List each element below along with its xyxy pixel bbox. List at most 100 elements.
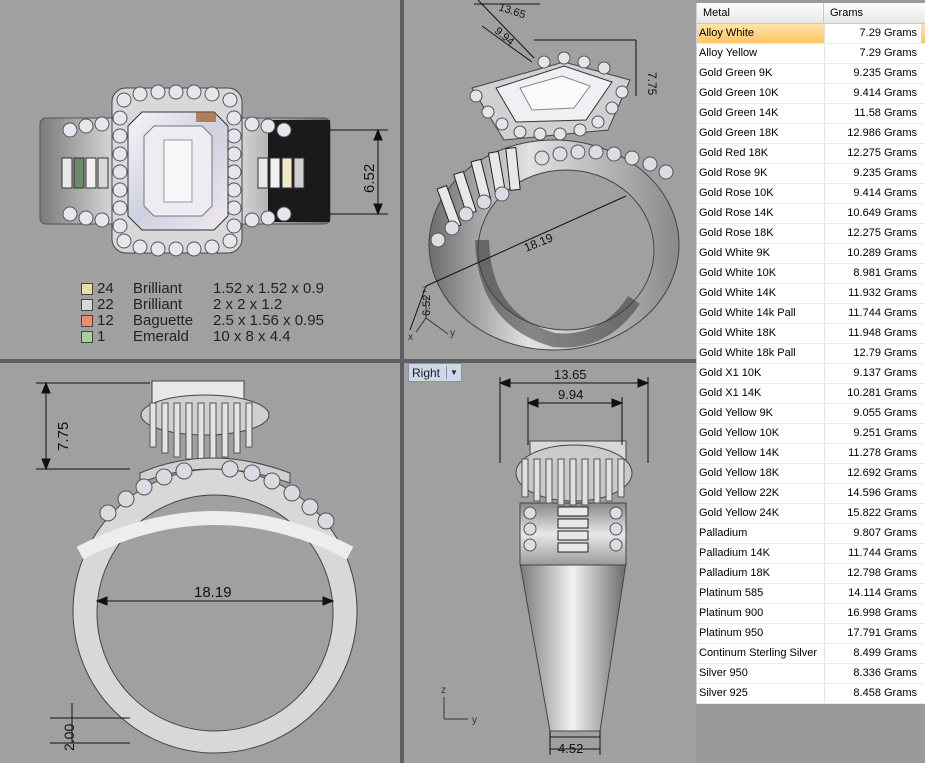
metal-cell: Gold Yellow 22K	[697, 484, 825, 503]
table-row[interactable]: Gold White 18k Pall 12.79 Grams	[697, 344, 925, 364]
legend-type: Emerald	[133, 328, 189, 345]
table-row[interactable]: Silver 925 8.458 Grams	[697, 684, 925, 704]
viewport-divider-horizontal[interactable]	[0, 359, 696, 363]
table-row[interactable]: Gold Rose 10K 9.414 Grams	[697, 184, 925, 204]
legend-swatch	[81, 331, 93, 343]
viewport-perspective[interactable]: 13.65 9.94 7.75 18.19 6.52 z y x	[404, 0, 696, 359]
grams-cell: 15.822 Grams	[847, 507, 917, 519]
metal-cell: Platinum 900	[697, 604, 825, 623]
grams-cell: 12.798 Grams	[847, 567, 917, 579]
grams-cell: 7.29 Grams	[825, 24, 921, 43]
metal-cell: Silver 950	[697, 664, 825, 683]
metal-cell: Gold White 18K	[697, 324, 825, 343]
dim-persp-height-label: 7.75	[645, 72, 659, 96]
table-row[interactable]: Gold White 18K 11.948 Grams	[697, 324, 925, 344]
metal-cell: Silver 925	[697, 684, 825, 703]
legend-swatch	[81, 283, 93, 295]
metal-cell: Gold Green 10K	[697, 84, 825, 103]
table-row[interactable]: Gold Red 18K 12.275 Grams	[697, 144, 925, 164]
dropdown-arrow-icon[interactable]: ▼	[450, 368, 458, 377]
grams-cell: 16.998 Grams	[847, 607, 917, 619]
metal-cell: Alloy Yellow	[697, 44, 825, 63]
right-axis-y-label: y	[472, 715, 477, 726]
metal-cell: Gold Rose 18K	[697, 224, 825, 243]
metal-cell: Palladium 18K	[697, 564, 825, 583]
legend-row: 24 Brilliant 1.52 x 1.52 x 0.9	[81, 281, 324, 297]
metal-cell: Gold Rose 10K	[697, 184, 825, 203]
axis-x-label: x	[408, 332, 413, 343]
table-row[interactable]: Palladium 14K 11.744 Grams	[697, 544, 925, 564]
table-row[interactable]: Gold White 14k Pall 11.744 Grams	[697, 304, 925, 324]
table-row[interactable]: Gold White 9K 10.289 Grams	[697, 244, 925, 264]
front-view-drawing: 7.75 18.19 2.00	[36, 380, 358, 754]
metal-cell: Continum Sterling Silver	[697, 644, 825, 663]
table-row[interactable]: Alloy Yellow 7.29 Grams	[697, 44, 925, 64]
dim-right-inner-label: 9.94	[558, 387, 583, 402]
legend-row: 22 Brilliant 2 x 2 x 1.2	[81, 297, 324, 313]
table-row[interactable]: Gold Green 18K 12.986 Grams	[697, 124, 925, 144]
table-row[interactable]: Gold Yellow 10K 9.251 Grams	[697, 424, 925, 444]
table-body: Alloy White 7.29 Grams Alloy Yellow 7.29 Gr…	[697, 24, 925, 704]
legend-swatch	[81, 315, 93, 327]
header-metal[interactable]: Metal	[697, 3, 824, 23]
table-row[interactable]: Gold Yellow 14K 11.278 Grams	[697, 444, 925, 464]
table-row[interactable]: Gold Yellow 9K 9.055 Grams	[697, 404, 925, 424]
grams-cell: 11.278 Grams	[848, 447, 917, 459]
grams-cell: 12.692 Grams	[847, 467, 917, 479]
table-row[interactable]: Gold Rose 14K 10.649 Grams	[697, 204, 925, 224]
table-row[interactable]: Alloy White 7.29 Grams	[697, 24, 925, 44]
dim-front-shank-label: 2.00	[61, 724, 77, 751]
viewport-top[interactable]: 6.52 24 Brilliant 1.52 x 1.52 x 0.9 22 B…	[0, 0, 400, 359]
table-row[interactable]: Gold Yellow 22K 14.596 Grams	[697, 484, 925, 504]
table-row[interactable]: Gold Rose 18K 12.275 Grams	[697, 224, 925, 244]
metal-cell: Palladium 14K	[697, 544, 825, 563]
legend-swatch	[81, 299, 93, 311]
grams-cell: 14.596 Grams	[847, 487, 917, 499]
grams-cell: 9.251 Grams	[853, 427, 917, 439]
viewport-label-right[interactable]: Right ▼	[408, 363, 462, 382]
legend-count: 12	[97, 312, 114, 329]
grams-cell: 9.414 Grams	[853, 87, 917, 99]
table-row[interactable]: Platinum 585 14.114 Grams	[697, 584, 925, 604]
table-row[interactable]: Gold Green 10K 9.414 Grams	[697, 84, 925, 104]
right-axis-indicator	[443, 697, 468, 720]
perspective-view-drawing: 13.65 9.94 7.75 18.19 6.52 z y x	[408, 0, 680, 351]
center-emerald	[127, 111, 229, 231]
metal-cell: Gold Red 18K	[697, 144, 825, 163]
table-row[interactable]: Palladium 9.807 Grams	[697, 524, 925, 544]
table-row[interactable]: Platinum 950 17.791 Grams	[697, 624, 925, 644]
viewport-front[interactable]: 7.75 18.19 2.00	[0, 363, 400, 763]
table-row[interactable]: Continum Sterling Silver 8.499 Grams	[697, 644, 925, 664]
table-row[interactable]: Gold White 14K 11.932 Grams	[697, 284, 925, 304]
metal-cell: Gold White 18k Pall	[697, 344, 825, 363]
table-row[interactable]: Gold X1 10K 9.137 Grams	[697, 364, 925, 384]
axis-y-label: y	[450, 328, 455, 339]
table-row[interactable]: Gold X1 14K 10.281 Grams	[697, 384, 925, 404]
viewport-right[interactable]: 13.65 9.94 4.52 z y	[404, 363, 696, 763]
table-row[interactable]: Gold Green 9K 9.235 Grams	[697, 64, 925, 84]
dim-front-inner-label: 18.19	[194, 584, 232, 601]
legend-size: 1.52 x 1.52 x 0.9	[213, 280, 324, 297]
grams-cell: 8.981 Grams	[853, 267, 917, 279]
table-row[interactable]: Gold Rose 9K 9.235 Grams	[697, 164, 925, 184]
table-row[interactable]: Gold Green 14K 11.58 Grams	[697, 104, 925, 124]
viewport-divider-vertical[interactable]	[400, 0, 404, 763]
metal-weight-table: Metal Grams Alloy White 7.29 Grams Alloy Y…	[696, 3, 925, 704]
header-grams[interactable]: Grams	[824, 3, 863, 23]
table-row[interactable]: Silver 950 8.336 Grams	[697, 664, 925, 684]
dimension-top-height	[330, 128, 388, 216]
metal-cell: Gold Rose 9K	[697, 164, 825, 183]
halo-head	[469, 51, 631, 141]
metal-cell: Gold Yellow 10K	[697, 424, 825, 443]
table-row[interactable]: Gold Yellow 24K 15.822 Grams	[697, 504, 925, 524]
metal-cell: Gold X1 10K	[697, 364, 825, 383]
legend-row: 12 Baguette 2.5 x 1.56 x 0.95	[81, 313, 324, 329]
grams-cell: 7.29 Grams	[859, 47, 917, 59]
legend-count: 24	[97, 280, 114, 297]
metal-cell: Gold Green 9K	[697, 64, 825, 83]
table-row[interactable]: Gold Yellow 18K 12.692 Grams	[697, 464, 925, 484]
table-row[interactable]: Gold White 10K 8.981 Grams	[697, 264, 925, 284]
table-row[interactable]: Palladium 18K 12.798 Grams	[697, 564, 925, 584]
table-row[interactable]: Platinum 900 16.998 Grams	[697, 604, 925, 624]
right-view-drawing: 13.65 9.94 4.52 z y	[441, 367, 650, 756]
